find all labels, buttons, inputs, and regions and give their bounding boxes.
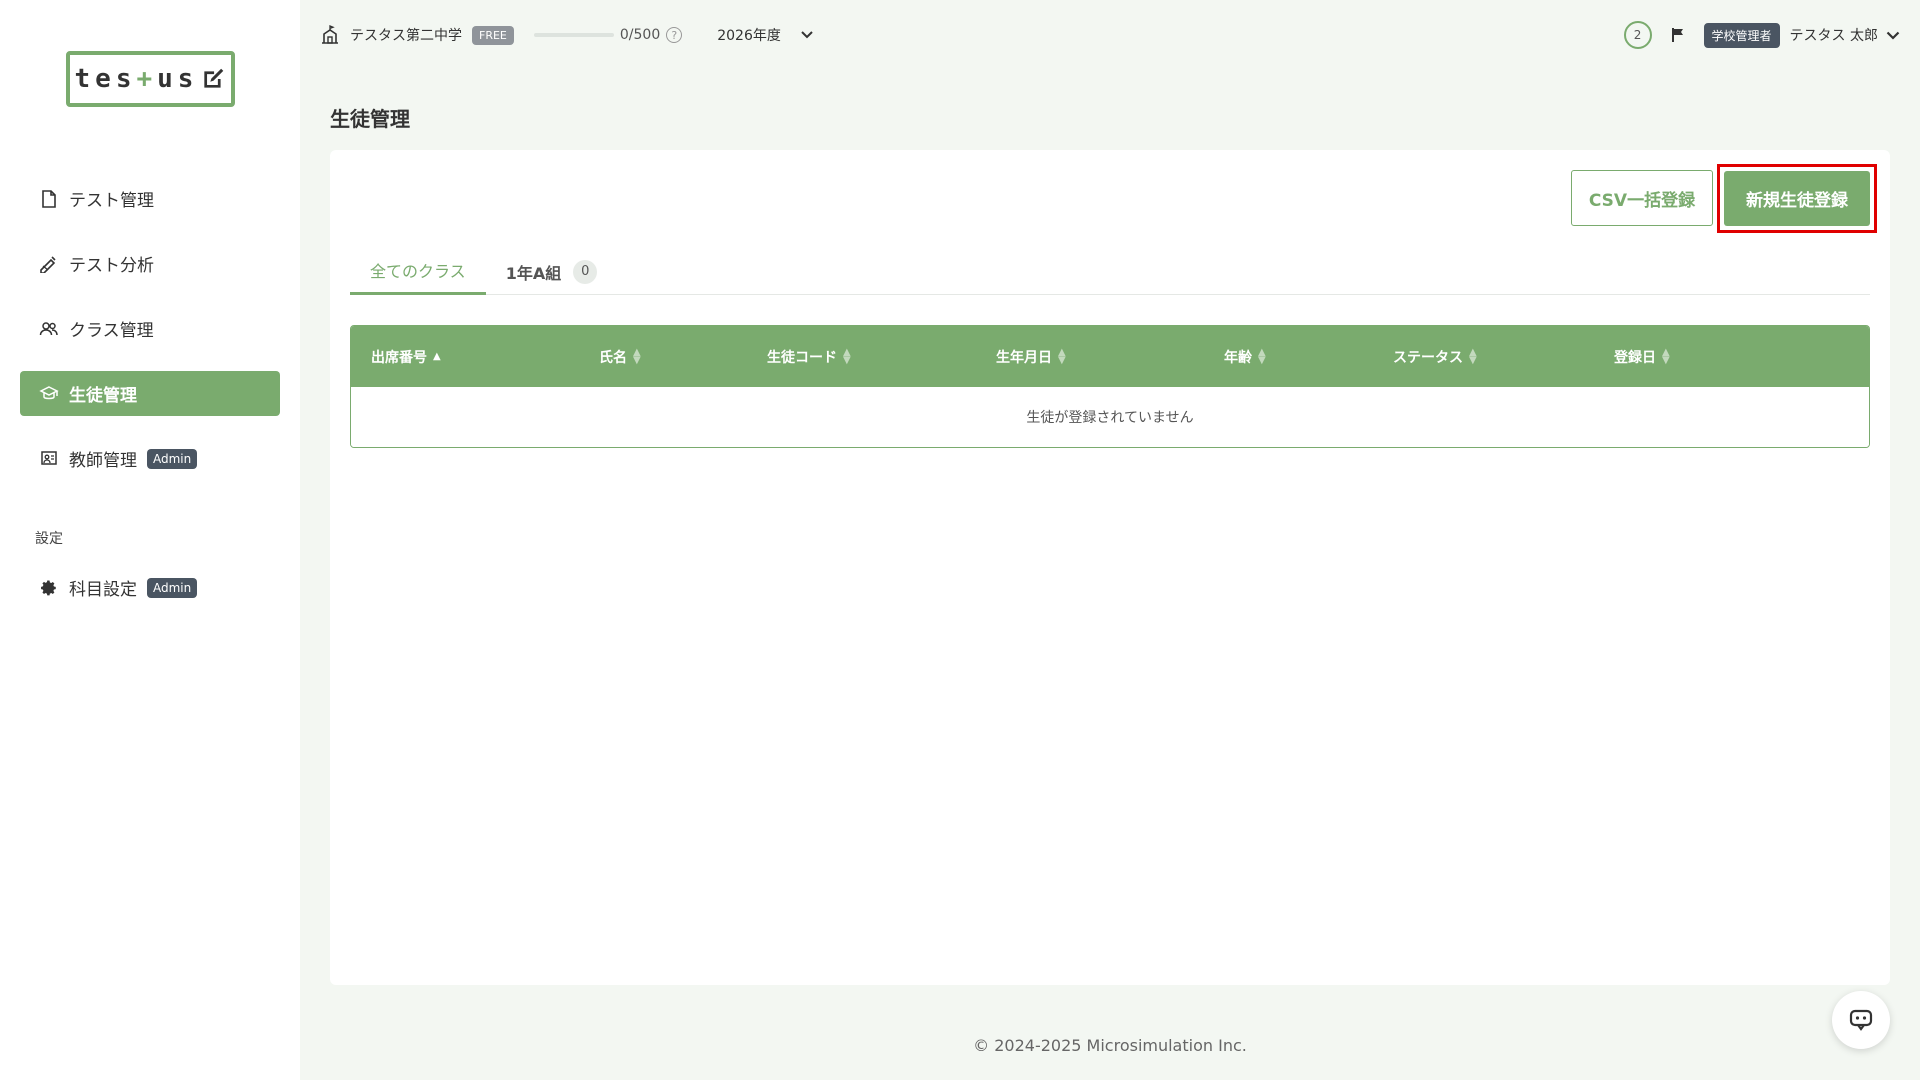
testus-logo[interactable]: tes + us: [66, 51, 235, 107]
top-header: テスタス第二中学 FREE 0/500 ? 2026年度 2 学校管理者 テスタ…: [300, 0, 1920, 70]
role-badge: 学校管理者: [1703, 22, 1780, 48]
footer-copyright: © 2024-2025 Microsimulation Inc.: [973, 1036, 1247, 1055]
edit-square-icon: [204, 68, 224, 88]
sidebar-item-test-analysis[interactable]: テスト分析: [20, 241, 280, 286]
teacher-board-icon: [39, 449, 59, 469]
usage-count: 0/500: [619, 27, 661, 43]
sidebar-item-class-management[interactable]: クラス管理: [20, 306, 280, 351]
students-table: 出席番号 ▲ 氏名 ▲ ▼ 生徒コード ▲ ▼ 生年月日 ▲ ▼ 年齢 ▲ ▼ ステータス ▲ ▼ 登…: [350, 325, 1870, 448]
help-icon[interactable]: ?: [666, 27, 683, 43]
sidebar-item-label: クラス管理: [69, 321, 154, 341]
column-header-student-code[interactable]: 生徒コード ▲ ▼: [767, 326, 851, 387]
notification-counter[interactable]: 2: [1623, 21, 1652, 49]
admin-badge: Admin: [147, 577, 198, 598]
logo-text-pre: tes: [74, 64, 137, 94]
plan-badge: FREE: [472, 25, 514, 45]
sort-icon: ▲ ▼: [843, 346, 851, 366]
chat-support-button[interactable]: [1832, 991, 1890, 1049]
admin-badge: Admin: [147, 448, 198, 469]
page-title: 生徒管理: [330, 107, 410, 131]
column-header-name[interactable]: 氏名 ▲ ▼: [599, 326, 641, 387]
tab-class-1a[interactable]: 1年A組 0: [486, 248, 618, 295]
tab-label: 1年A組: [505, 263, 562, 283]
table-header: 出席番号 ▲ 氏名 ▲ ▼ 生徒コード ▲ ▼ 生年月日 ▲ ▼ 年齢 ▲ ▼ ステータス ▲ ▼ 登…: [351, 326, 1869, 387]
year-label: 2026年度: [717, 28, 781, 44]
sidebar-item-label: 科目設定: [69, 580, 137, 600]
sidebar-item-student-management[interactable]: 生徒管理: [20, 371, 280, 416]
column-label: 氏名: [599, 349, 627, 366]
sidebar-item-teacher-management[interactable]: 教師管理 Admin: [20, 436, 280, 481]
column-label: 出席番号: [371, 349, 427, 366]
year-selector[interactable]: 2026年度: [717, 25, 813, 45]
sort-icon: ▲ ▼: [1469, 346, 1477, 366]
school-icon: [322, 25, 338, 44]
flag-icon[interactable]: [1670, 27, 1686, 43]
sort-icon: ▲: [433, 350, 441, 362]
new-student-button[interactable]: 新規生徒登録: [1724, 171, 1870, 226]
column-header-birthdate[interactable]: 生年月日 ▲ ▼: [996, 326, 1066, 387]
csv-bulk-register-button[interactable]: CSV一括登録: [1571, 170, 1713, 226]
column-header-registered-date[interactable]: 登録日 ▲ ▼: [1614, 326, 1670, 387]
gear-icon: [39, 578, 59, 598]
user-menu[interactable]: テスタス 太郎: [1790, 25, 1900, 45]
school-name: テスタス第二中学: [350, 28, 462, 44]
tab-count-badge: 0: [573, 259, 598, 284]
highlight-box: 新規生徒登録: [1717, 164, 1877, 233]
sidebar-item-label: 生徒管理: [69, 386, 137, 406]
main-nav: テスト管理 テスト分析 クラス管理 生徒管理 教師管理 Admin: [20, 176, 280, 501]
sidebar-item-subject-settings[interactable]: 科目設定 Admin: [20, 565, 280, 610]
logo-text-post: us: [157, 64, 199, 94]
column-header-attendance-number[interactable]: 出席番号 ▲: [371, 326, 441, 387]
sidebar-item-label: 教師管理: [69, 451, 137, 471]
sort-icon: ▲ ▼: [633, 346, 641, 366]
class-tabs: 全てのクラス 1年A組 0: [350, 248, 1870, 295]
sidebar-item-test-management[interactable]: テスト管理: [20, 176, 280, 221]
document-icon: [39, 189, 59, 209]
column-label: 生年月日: [996, 349, 1052, 366]
column-label: 年齢: [1224, 349, 1252, 366]
pen-chart-icon: [39, 254, 59, 274]
empty-state-message: 生徒が登録されていません: [351, 387, 1869, 447]
sort-icon: ▲ ▼: [1662, 346, 1670, 366]
chevron-down-icon: [801, 31, 813, 39]
column-label: ステータス: [1393, 349, 1463, 366]
school-selector[interactable]: テスタス第二中学 FREE: [320, 25, 514, 45]
students-card: CSV一括登録 新規生徒登録 全てのクラス 1年A組 0 出席番号 ▲ 氏名 ▲ ▼ …: [330, 150, 1890, 985]
column-header-age[interactable]: 年齢 ▲ ▼: [1224, 326, 1266, 387]
settings-nav: 科目設定 Admin: [20, 565, 280, 630]
sort-icon: ▲ ▼: [1058, 346, 1066, 366]
header-right: 2 学校管理者 テスタス 太郎: [1623, 0, 1900, 70]
sidebar: tes + us テスト管理 テスト分析 クラス管理 生徒管理 教師管理 Admin…: [0, 0, 300, 1080]
tab-all-classes[interactable]: 全てのクラス: [350, 248, 486, 295]
usage-progress-bar: [533, 33, 614, 37]
column-label: 生徒コード: [767, 349, 837, 366]
graduation-cap-icon: [39, 384, 59, 404]
sidebar-item-label: テスト管理: [69, 191, 154, 211]
logo-text-plus: +: [136, 64, 158, 94]
sidebar-item-label: テスト分析: [69, 256, 154, 276]
settings-section-label: 設定: [35, 531, 63, 547]
chat-bot-icon: [1849, 1009, 1873, 1031]
sort-icon: ▲ ▼: [1258, 346, 1266, 366]
chevron-down-icon: [1886, 31, 1900, 40]
user-name: テスタス 太郎: [1789, 28, 1878, 44]
column-label: 登録日: [1614, 349, 1656, 366]
column-header-status[interactable]: ステータス ▲ ▼: [1393, 326, 1477, 387]
users-icon: [39, 319, 59, 339]
tab-label: 全てのクラス: [370, 262, 466, 281]
